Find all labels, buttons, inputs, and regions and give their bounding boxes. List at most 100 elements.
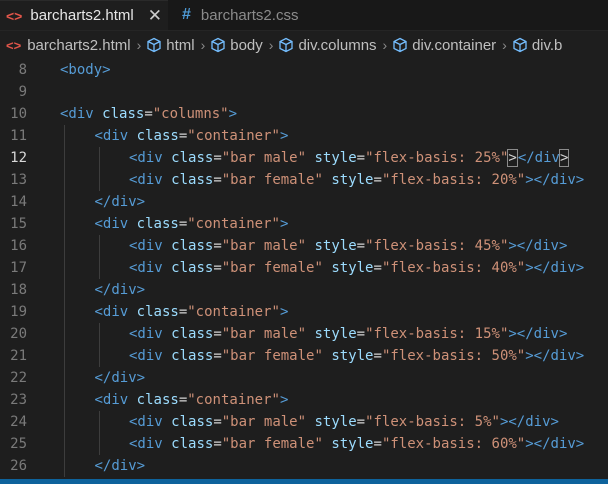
- code-token: "flex-basis: 25%": [365, 150, 509, 166]
- code-line[interactable]: 20 <div class="bar male" style="flex-basi…: [0, 323, 608, 345]
- tab-barcharts2-css[interactable]: # barcharts2.css: [168, 0, 328, 30]
- code-text: <div class="columns">: [60, 103, 237, 125]
- code-token: style: [331, 436, 374, 452]
- code-token: ></div>: [525, 172, 585, 188]
- code-line[interactable]: 13 <div class="bar female" style="flex-ba…: [0, 169, 608, 191]
- code-token: =: [373, 260, 382, 276]
- code-line[interactable]: 8 <body>: [0, 59, 608, 81]
- code-token: "bar male": [221, 414, 307, 430]
- code-token: "flex-basis: 5%": [365, 414, 500, 430]
- code-token: "flex-basis: 60%": [381, 436, 526, 452]
- indent-guide: [64, 169, 65, 191]
- code-text: <div class="bar male" style="flex-basis:…: [129, 147, 570, 169]
- code-token: class: [171, 172, 214, 188]
- code-token: "bar female": [221, 348, 323, 364]
- code-token: =: [356, 238, 366, 254]
- code-text: <div class="container">: [95, 389, 289, 411]
- indent-guide: [64, 323, 65, 345]
- code-token: <body>: [60, 62, 111, 78]
- breadcrumb-div-container[interactable]: div.container: [392, 37, 496, 54]
- code-token: =: [178, 392, 188, 408]
- indent-guide: [98, 345, 100, 367]
- code-token: <div: [94, 392, 137, 408]
- code-editor[interactable]: 8 <body> 9 10 <div class="columns"> 11 <div cl…: [0, 59, 608, 479]
- tab-barcharts2-html[interactable]: <> barcharts2.html ✕: [0, 0, 168, 30]
- code-line[interactable]: 18 </div>: [0, 279, 608, 301]
- code-token: class: [171, 436, 214, 452]
- code-token: style: [331, 348, 374, 364]
- code-line[interactable]: 19 <div class="container">: [0, 301, 608, 323]
- line-number: 15: [10, 216, 27, 232]
- breadcrumb-label: html: [166, 36, 195, 54]
- line-number: 24: [10, 414, 27, 430]
- breadcrumb-div-bar[interactable]: div.b: [512, 37, 562, 54]
- code-token: class: [171, 348, 214, 364]
- code-line[interactable]: 11 <div class="container">: [0, 125, 608, 147]
- code-line[interactable]: 14 </div>: [0, 191, 608, 213]
- chevron-right-icon: ›: [136, 37, 142, 53]
- cube-icon: [147, 37, 161, 53]
- tab-bar: <> barcharts2.html ✕ # barcharts2.css: [0, 0, 608, 31]
- code-token: class: [171, 238, 214, 254]
- code-line[interactable]: 24 <div class="bar male" style="flex-basi…: [0, 411, 608, 433]
- code-text: <div class="container">: [95, 125, 289, 147]
- code-text: <div class="container">: [95, 301, 289, 323]
- indent-guide: [64, 455, 65, 477]
- code-token: "bar male": [221, 238, 307, 254]
- tab-label: barcharts2.css: [200, 6, 299, 24]
- code-line[interactable]: 12 <div class="bar male" style="flex-basi…: [0, 147, 608, 169]
- code-line[interactable]: 9: [0, 81, 608, 103]
- code-token: style: [314, 414, 357, 430]
- close-icon[interactable]: ✕: [148, 6, 162, 26]
- breadcrumb-label: body: [230, 36, 263, 54]
- indent-guide: [64, 191, 65, 213]
- code-token: class: [171, 150, 214, 166]
- code-token: ></div>: [525, 260, 585, 276]
- code-text: <div class="bar female" style="flex-basi…: [129, 345, 584, 367]
- code-line[interactable]: 26 </div>: [0, 455, 608, 477]
- code-line[interactable]: 10 <div class="columns">: [0, 103, 608, 125]
- code-line[interactable]: 22 </div>: [0, 367, 608, 389]
- indent-guide: [64, 389, 65, 411]
- indent-guide: [98, 257, 100, 279]
- code-token: "bar male": [221, 150, 307, 166]
- breadcrumb-file[interactable]: barcharts2.html: [27, 37, 130, 54]
- line-number: 11: [10, 128, 27, 144]
- code-token: "flex-basis: 45%": [365, 238, 509, 254]
- code-line[interactable]: 23 <div class="container">: [0, 389, 608, 411]
- code-token: <div: [94, 216, 137, 232]
- code-text: <div class="bar female" style="flex-basi…: [129, 433, 584, 455]
- code-token: "container": [187, 216, 280, 232]
- code-line[interactable]: 17 <div class="bar female" style="flex-ba…: [0, 257, 608, 279]
- code-token: =: [178, 128, 188, 144]
- code-line[interactable]: 15 <div class="container">: [0, 213, 608, 235]
- line-number: 23: [10, 392, 27, 408]
- code-line[interactable]: 16 <div class="bar male" style="flex-basi…: [0, 235, 608, 257]
- code-token: =: [178, 304, 188, 320]
- code-line[interactable]: 21 <div class="bar female" style="flex-ba…: [0, 345, 608, 367]
- css-file-icon: #: [182, 6, 191, 23]
- breadcrumb-body[interactable]: body: [210, 37, 263, 54]
- breadcrumb: <> barcharts2.html › html › body › div.c…: [0, 31, 608, 59]
- indent-guide: [64, 367, 65, 389]
- chevron-right-icon: ›: [200, 37, 206, 53]
- line-number: 14: [10, 194, 27, 210]
- code-token: "flex-basis: 20%": [381, 172, 526, 188]
- code-token: "bar female": [221, 172, 323, 188]
- code-token: <div: [129, 260, 172, 276]
- code-token: class: [136, 216, 179, 232]
- indent-guide: [98, 323, 100, 345]
- code-token: </div>: [94, 370, 146, 386]
- code-text: <div class="bar female" style="flex-basi…: [129, 257, 584, 279]
- code-line[interactable]: 25 <div class="bar female" style="flex-ba…: [0, 433, 608, 455]
- code-text: </div>: [95, 191, 146, 213]
- code-token: =: [373, 436, 382, 452]
- code-token: <div: [129, 172, 172, 188]
- breadcrumb-div-columns[interactable]: div.columns: [278, 37, 377, 54]
- breadcrumb-html[interactable]: html: [146, 36, 195, 54]
- code-token: "columns": [152, 106, 229, 122]
- code-token: =: [178, 216, 188, 232]
- indent-guide: [64, 433, 65, 455]
- code-text: <div class="bar male" style="flex-basis:…: [129, 235, 567, 257]
- line-number: 21: [10, 348, 27, 364]
